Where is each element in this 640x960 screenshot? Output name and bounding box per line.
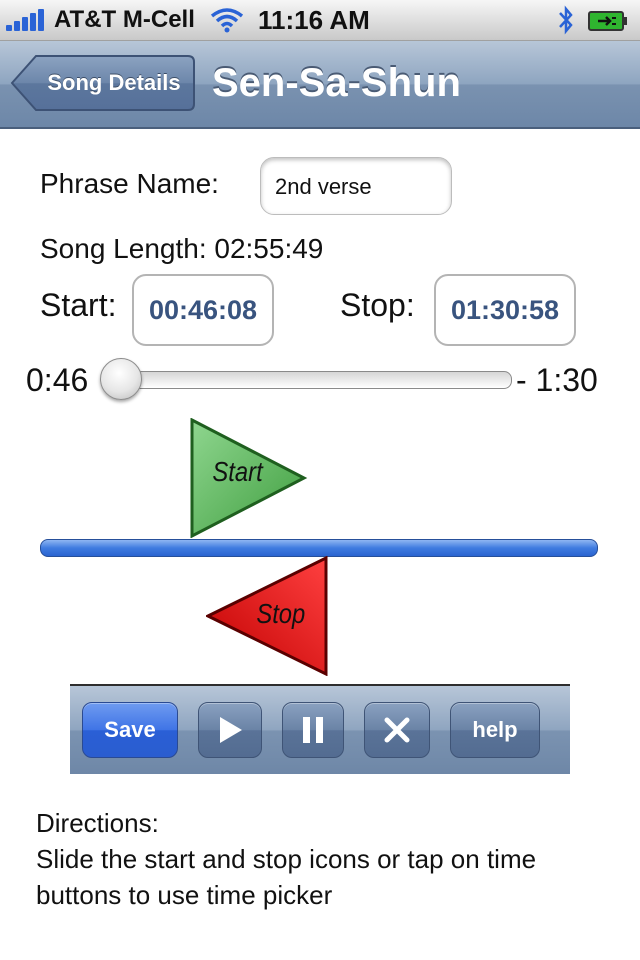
directions-heading: Directions: [36,808,159,838]
wifi-icon [210,7,244,40]
play-icon [220,717,242,743]
directions-line-1: Slide the start and stop icons or tap on… [36,844,537,874]
signal-strength-icon [6,9,48,31]
close-icon [384,717,410,743]
navigation-bar: Song Details Sen-Sa-Shun [0,41,640,129]
start-label: Start: [40,287,117,323]
play-button[interactable] [198,702,262,758]
back-button[interactable]: Song Details [10,54,196,112]
range-slider-track[interactable] [104,371,512,389]
pause-button[interactable] [282,702,344,758]
stop-marker[interactable]: Stop [204,555,328,677]
playback-toolbar: Save help [70,684,570,774]
slider-max-label: - 1:30 [516,362,598,398]
battery-charging-icon [588,10,628,31]
song-length-text: Song Length: 02:55:49 [40,233,324,264]
timeline-bar [40,539,598,557]
slider-min-label: 0:46 [26,362,89,398]
start-time-button[interactable]: 00:46:08 [132,274,274,346]
help-button[interactable]: help [450,702,540,758]
start-marker[interactable]: Start [190,417,308,539]
directions-line-2: buttons to use time picker [36,880,333,910]
phrase-name-input[interactable]: 2nd verse [260,157,452,215]
range-slider-thumb[interactable] [100,358,142,400]
page-title: Sen-Sa-Shun [212,61,461,105]
carrier-name: AT&T M-Cell [54,6,195,33]
pause-icon [303,717,323,743]
back-button-label: Song Details [47,70,181,95]
bluetooth-icon [556,4,576,43]
stop-label: Stop: [340,287,415,323]
phrase-name-label: Phrase Name: [40,168,219,199]
status-time: 11:16 AM [258,5,370,35]
save-button[interactable]: Save [82,702,178,758]
stop-time-button[interactable]: 01:30:58 [434,274,576,346]
cancel-button[interactable] [364,702,430,758]
start-marker-label: Start [212,456,263,487]
stop-marker-label: Stop [256,598,306,629]
status-bar: AT&T M-Cell 11:16 AM [0,0,640,41]
